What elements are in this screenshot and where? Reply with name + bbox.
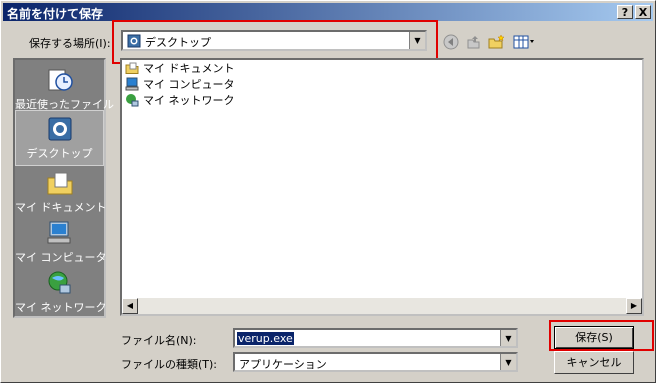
place-my-documents[interactable]: マイ ドキュメント	[15, 165, 107, 221]
my-documents-icon	[47, 172, 72, 195]
scroll-left-icon[interactable]: ◀	[122, 298, 138, 314]
network-icon	[126, 94, 139, 107]
list-item[interactable]: マイ ネットワーク	[125, 92, 235, 108]
chevron-down-icon[interactable]: ▼	[500, 330, 516, 346]
my-computer-icon	[47, 221, 70, 244]
list-item[interactable]: マイ コンピュータ	[125, 76, 235, 92]
folder-icon	[125, 62, 139, 74]
file-name: マイ コンピュータ	[143, 78, 235, 91]
list-item[interactable]: マイ ドキュメント	[125, 60, 235, 76]
recent-icon	[48, 69, 73, 91]
computer-icon	[125, 77, 139, 91]
save-as-dialog: 名前を付けて保存 ? X 保存する場所(I): デスクトップ ▼ 最近使ったファ…	[0, 0, 656, 383]
places-bar: 最近使ったファイル デスクトップ マイ ドキュメント マイ コンピュータ マイ …	[13, 58, 114, 321]
desktop-icon	[48, 117, 71, 141]
title-bar: 名前を付けて保存 ? X	[3, 3, 653, 21]
filetype-value: アプリケーション	[239, 358, 327, 371]
file-name: マイ ネットワーク	[143, 94, 235, 107]
place-label: マイ コンピュータ	[15, 251, 107, 264]
filetype-label: ファイルの種類(T):	[121, 358, 218, 371]
chevron-down-icon[interactable]: ▼	[500, 354, 516, 370]
save-in-label: 保存する場所(I):	[29, 37, 111, 50]
scroll-right-icon[interactable]: ▶	[626, 298, 642, 314]
window-title: 名前を付けて保存	[7, 7, 104, 21]
place-my-network[interactable]: マイ ネットワーク	[15, 265, 107, 321]
back-icon[interactable]	[441, 33, 461, 51]
place-label: マイ ドキュメント	[15, 201, 107, 214]
filename-value: verup.exe	[237, 332, 294, 345]
place-label: デスクトップ	[26, 147, 93, 160]
view-menu-icon[interactable]	[512, 33, 536, 51]
place-my-computer[interactable]: マイ コンピュータ	[15, 215, 107, 271]
new-folder-icon[interactable]	[486, 33, 506, 51]
place-label: マイ ネットワーク	[15, 301, 107, 314]
up-folder-icon[interactable]	[463, 33, 483, 51]
file-name: マイ ドキュメント	[143, 62, 235, 75]
close-button[interactable]: X	[635, 5, 651, 19]
highlight-box-save	[549, 320, 654, 351]
filetype-dropdown[interactable]: アプリケーション ▼	[233, 352, 518, 372]
place-desktop[interactable]: デスクトップ	[15, 110, 104, 166]
my-network-icon	[48, 271, 70, 294]
filename-input[interactable]: verup.exe ▼	[233, 328, 518, 348]
horizontal-scrollbar[interactable]: ◀ ▶	[122, 298, 642, 314]
filename-label: ファイル名(N):	[121, 334, 197, 347]
help-button[interactable]: ?	[617, 5, 633, 19]
file-list[interactable]: マイ ドキュメント マイ コンピュータ マイ ネットワーク ◀ ▶	[120, 58, 644, 316]
cancel-button[interactable]: キャンセル	[554, 351, 634, 374]
